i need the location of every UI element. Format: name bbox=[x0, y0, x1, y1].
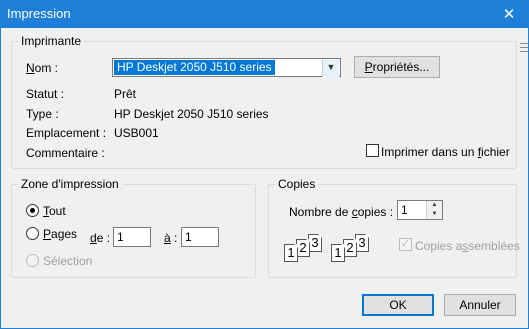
page-icon: 2 bbox=[296, 239, 310, 257]
type-value: HP Deskjet 2050 J510 series bbox=[114, 107, 269, 121]
title-bar[interactable]: Impression ✕ bbox=[1, 1, 528, 28]
print-to-file-label[interactable]: Imprimer dans un fichier bbox=[381, 145, 510, 159]
properties-button[interactable]: Propriétés... bbox=[354, 56, 440, 78]
radio-pages[interactable] bbox=[26, 227, 39, 240]
window-title: Impression bbox=[7, 6, 71, 21]
close-icon[interactable]: ✕ bbox=[498, 4, 520, 26]
page-icon: 2 bbox=[343, 239, 357, 257]
edge-marker bbox=[520, 41, 528, 57]
radio-pages-label[interactable]: Pages bbox=[43, 227, 77, 241]
page-icon: 3 bbox=[308, 234, 322, 252]
copies-legend: Copies bbox=[275, 177, 319, 191]
page-icon: 3 bbox=[355, 234, 369, 252]
radio-all-label[interactable]: Tout bbox=[43, 204, 66, 218]
spin-up-icon[interactable]: ▲ bbox=[427, 201, 442, 210]
print-range-legend: Zone d'impression bbox=[18, 177, 122, 191]
copies-spinner[interactable]: ▲ ▼ bbox=[426, 201, 442, 219]
cancel-button[interactable]: Annuler bbox=[444, 294, 516, 316]
type-label: Type : bbox=[26, 107, 59, 121]
name-label: Nom : bbox=[26, 61, 59, 75]
radio-selection[interactable] bbox=[26, 254, 39, 267]
copies-count-value: 1 bbox=[401, 203, 408, 217]
collate-illustration-2: 3 2 1 bbox=[331, 234, 373, 266]
ok-button[interactable]: OK bbox=[362, 294, 434, 316]
from-page-input[interactable]: 1 bbox=[113, 227, 151, 247]
location-value: USB001 bbox=[114, 126, 159, 140]
from-label: de : bbox=[90, 231, 111, 245]
radio-all[interactable] bbox=[26, 204, 39, 217]
print-dialog: Impression ✕ Imprimante Nom : HP Deskjet… bbox=[0, 0, 529, 329]
print-to-file-checkbox[interactable] bbox=[366, 144, 379, 157]
to-page-input[interactable]: 1 bbox=[181, 227, 219, 247]
spin-down-icon[interactable]: ▼ bbox=[427, 210, 442, 219]
radio-selection-label: Sélection bbox=[43, 254, 93, 268]
location-label: Emplacement : bbox=[26, 126, 107, 140]
copies-count-input[interactable]: 1 ▲ ▼ bbox=[397, 200, 443, 220]
collate-illustration-1: 3 2 1 bbox=[284, 234, 326, 266]
comment-label: Commentaire : bbox=[26, 146, 105, 160]
page-icon: 1 bbox=[331, 244, 345, 262]
printer-name-select[interactable]: HP Deskjet 2050 J510 series ▼ bbox=[112, 58, 341, 77]
status-value: Prêt bbox=[114, 87, 137, 101]
copies-count-label: Nombre de copies : bbox=[289, 205, 394, 219]
collate-checkbox[interactable]: ✓ bbox=[399, 238, 412, 251]
printer-name-value: HP Deskjet 2050 J510 series bbox=[113, 59, 276, 76]
to-label: à : bbox=[164, 231, 178, 245]
printer-legend: Imprimante bbox=[18, 34, 85, 48]
chevron-down-icon[interactable]: ▼ bbox=[322, 60, 339, 77]
collate-label: Copies assemblées bbox=[415, 239, 520, 253]
page-icon: 1 bbox=[284, 244, 298, 262]
status-label: Statut : bbox=[26, 87, 65, 101]
